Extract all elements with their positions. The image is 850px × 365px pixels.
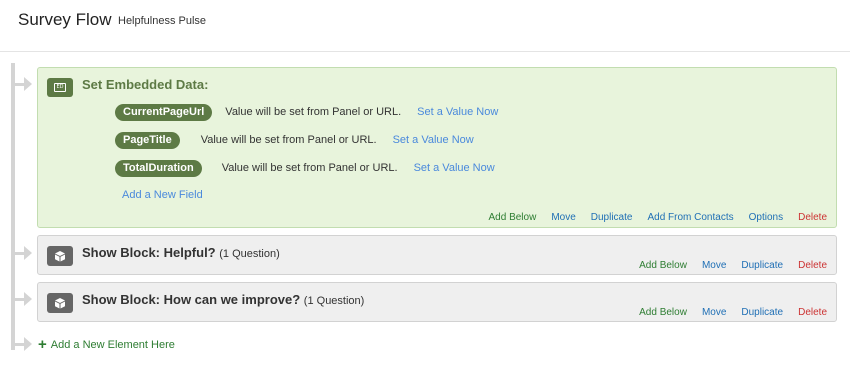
flow-arrow-icon — [24, 292, 32, 306]
delete-button[interactable]: Delete — [798, 307, 827, 318]
question-count: (1 Question) — [303, 295, 365, 307]
options-button[interactable]: Options — [749, 212, 783, 223]
move-button[interactable]: Move — [702, 260, 726, 271]
delete-button[interactable]: Delete — [798, 260, 827, 271]
add-from-contacts-button[interactable]: Add From Contacts — [647, 212, 733, 223]
field-name-pill[interactable]: TotalDuration — [115, 159, 202, 177]
block-title: Show Block: Helpful? (1 Question) — [82, 245, 280, 260]
flow-arrow-icon — [24, 77, 32, 91]
duplicate-button[interactable]: Duplicate — [741, 307, 783, 318]
embedded-field-row: PageTitle Value will be set from Panel o… — [115, 130, 474, 150]
embedded-data-title: Set Embedded Data: — [82, 77, 209, 92]
show-block-element[interactable]: Show Block: Helpful? (1 Question) Add Be… — [37, 235, 837, 275]
add-below-button[interactable]: Add Below — [639, 307, 687, 318]
block-cube-icon — [47, 293, 73, 313]
add-new-element-label: Add a New Element Here — [50, 339, 175, 351]
plus-icon: + — [38, 336, 47, 353]
show-block-element[interactable]: Show Block: How can we improve? (1 Quest… — [37, 282, 837, 322]
embedded-field-row: CurrentPageUrl Value will be set from Pa… — [115, 102, 498, 122]
add-new-element-button[interactable]: + Add a New Element Here — [38, 336, 175, 353]
move-button[interactable]: Move — [551, 212, 575, 223]
flow-arrow-icon — [24, 246, 32, 260]
flow-arrow-icon — [24, 337, 32, 351]
add-new-field-link[interactable]: Add a New Field — [122, 189, 203, 201]
field-value-text: Value will be set from Panel or URL. — [225, 106, 402, 118]
field-name-pill[interactable]: PageTitle — [115, 131, 180, 149]
field-value-text: Value will be set from Panel or URL. — [221, 162, 398, 174]
embedded-data-element[interactable]: ED Set Embedded Data: CurrentPageUrl Val… — [37, 67, 837, 228]
add-below-button[interactable]: Add Below — [639, 260, 687, 271]
set-value-link[interactable]: Set a Value Now — [414, 162, 495, 174]
set-value-link[interactable]: Set a Value Now — [417, 106, 498, 118]
page-title: Survey Flow — [18, 10, 112, 29]
question-count: (1 Question) — [219, 248, 280, 260]
element-actions: Add Below Move Duplicate Add From Contac… — [474, 212, 828, 223]
delete-button[interactable]: Delete — [798, 212, 827, 223]
element-actions: Add Below Move Duplicate Delete — [624, 307, 827, 318]
block-cube-icon — [47, 246, 73, 266]
element-actions: Add Below Move Duplicate Delete — [624, 260, 827, 271]
block-title: Show Block: How can we improve? (1 Quest… — [82, 292, 364, 307]
duplicate-button[interactable]: Duplicate — [591, 212, 633, 223]
field-name-pill[interactable]: CurrentPageUrl — [115, 103, 213, 121]
block-name: How can we improve? — [163, 292, 301, 307]
page-header: Survey Flow Helpfulness Pulse — [0, 0, 850, 52]
block-title-prefix: Show Block: — [82, 292, 164, 307]
block-title-prefix: Show Block: — [82, 245, 164, 260]
add-below-button[interactable]: Add Below — [489, 212, 537, 223]
survey-name: Helpfulness Pulse — [118, 15, 207, 27]
embedded-data-icon: ED — [47, 78, 73, 97]
set-value-link[interactable]: Set a Value Now — [393, 134, 474, 146]
embedded-data-icon-label: ED — [54, 83, 66, 92]
embedded-field-row: TotalDuration Value will be set from Pan… — [115, 158, 495, 178]
field-value-text: Value will be set from Panel or URL. — [200, 134, 377, 146]
duplicate-button[interactable]: Duplicate — [741, 260, 783, 271]
block-name: Helpful? — [163, 245, 216, 260]
flow-connector-line — [11, 63, 15, 350]
move-button[interactable]: Move — [702, 307, 726, 318]
